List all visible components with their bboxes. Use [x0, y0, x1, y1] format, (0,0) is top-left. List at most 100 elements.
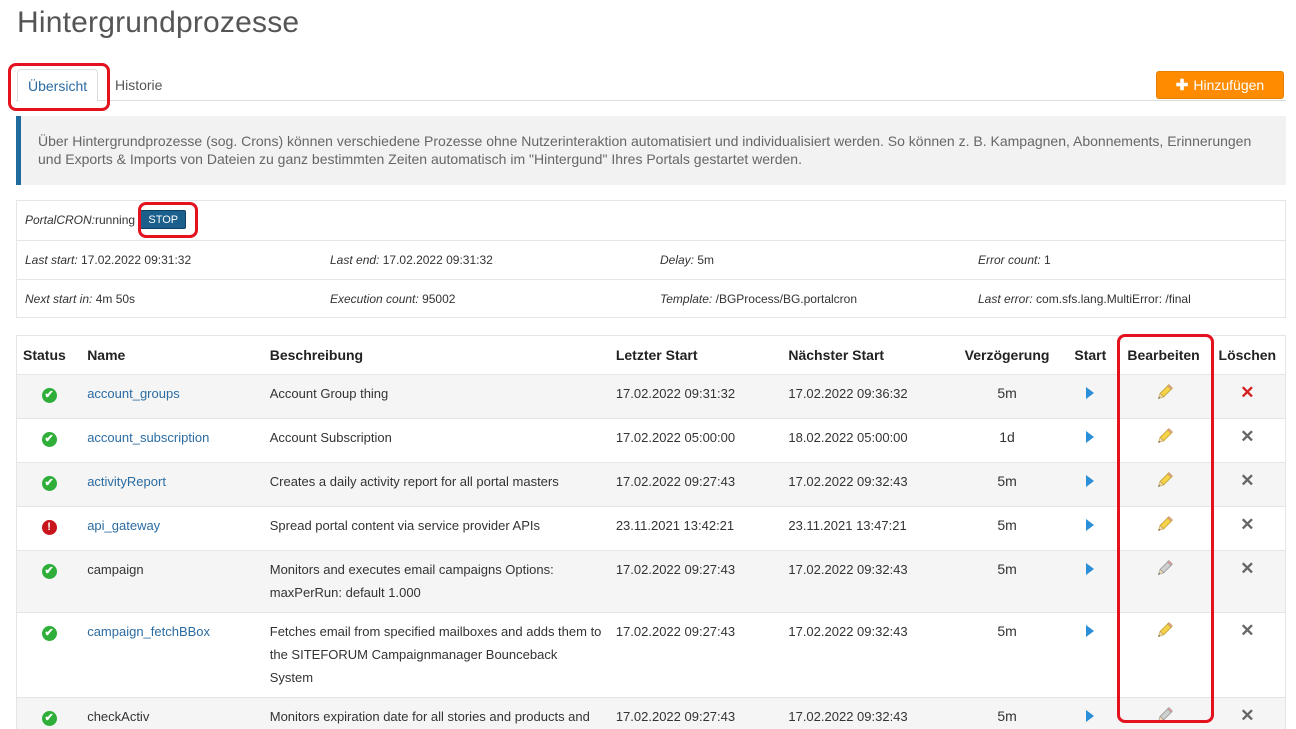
- status-cell: ✔: [17, 696, 82, 729]
- delete-grey-icon[interactable]: ✕: [1240, 706, 1254, 726]
- tab-bar: Übersicht Historie: [16, 69, 1286, 102]
- next-start-label: Next start in:: [25, 292, 93, 306]
- table-row: ✔ account_groups Account Group thing 17.02.…: [17, 373, 1285, 418]
- play-icon[interactable]: [1086, 562, 1095, 575]
- play-icon[interactable]: [1086, 624, 1095, 637]
- pencil-yellow-icon[interactable]: [1154, 471, 1174, 491]
- plus-icon: ✚: [1175, 77, 1189, 94]
- name-cell: api_gateway: [81, 505, 264, 550]
- start-cell: [1063, 696, 1118, 729]
- delete-cell: ✕: [1209, 461, 1285, 506]
- delete-cell: ✕: [1209, 505, 1285, 550]
- play-icon[interactable]: [1086, 474, 1095, 487]
- pencil-grey-icon[interactable]: [1154, 706, 1174, 726]
- delete-cell: ✕: [1209, 696, 1285, 729]
- tab-history[interactable]: Historie: [105, 69, 172, 101]
- add-button[interactable]: ✚ Hinzufügen: [1156, 71, 1284, 99]
- table-row: ✔ activityReport Creates a daily activity …: [17, 461, 1285, 506]
- header-delay: Verzögerung: [964, 346, 1050, 363]
- table-row: ✔ checkActiv Monitors expiration date for …: [17, 696, 1285, 729]
- name-cell: account_groups: [81, 373, 264, 418]
- cron-status-row: PortalCRON:running STOP: [17, 201, 1285, 241]
- table-header-row: Status Name Beschreibung Letzter Start N…: [17, 336, 1285, 374]
- header-delete: Löschen: [1218, 346, 1277, 363]
- next-start-cell: 17.02.2022 09:32:43: [782, 611, 951, 697]
- delete-grey-icon[interactable]: ✕: [1240, 621, 1254, 641]
- execution-count-value: 95002: [422, 292, 456, 306]
- delete-cell: ✕: [1209, 549, 1285, 612]
- description-cell: Monitors and executes email campaigns Op…: [263, 549, 610, 612]
- status-cell: ✔: [17, 611, 82, 697]
- description-cell: Account Group thing: [263, 373, 610, 418]
- process-name[interactable]: activityReport: [87, 474, 166, 489]
- delete-grey-icon[interactable]: ✕: [1240, 427, 1254, 447]
- header-status: Status: [23, 346, 66, 363]
- pencil-yellow-icon[interactable]: [1154, 427, 1174, 447]
- pencil-grey-icon[interactable]: [1154, 559, 1174, 579]
- delay-label: Delay:: [660, 253, 695, 267]
- edit-cell: [1117, 696, 1210, 729]
- tab-overview[interactable]: Übersicht: [17, 69, 99, 102]
- play-icon[interactable]: [1086, 430, 1095, 443]
- status-ok-icon: ✔: [41, 475, 57, 491]
- next-start-cell: 17.02.2022 09:32:43: [782, 696, 951, 729]
- start-cell: [1063, 417, 1118, 462]
- play-icon[interactable]: [1086, 386, 1095, 399]
- delete-cell: ✕: [1209, 417, 1285, 462]
- next-start-cell: 17.02.2022 09:32:43: [782, 461, 951, 506]
- template-value: /BGProcess/BG.portalcron: [715, 292, 857, 306]
- edit-cell: [1117, 505, 1210, 550]
- process-name[interactable]: api_gateway: [87, 518, 160, 533]
- status-cell: ✔: [17, 417, 82, 462]
- name-cell: account_subscription: [81, 417, 264, 462]
- status-ok-icon: ✔: [41, 387, 57, 403]
- table-row: ✔ account_subscription Account Subscriptio…: [17, 417, 1285, 462]
- delete-cell: ✕: [1209, 611, 1285, 697]
- last-start-cell: 17.02.2022 09:27:43: [609, 461, 783, 506]
- start-cell: [1063, 373, 1118, 418]
- execution-count-label: Execution count:: [330, 292, 419, 306]
- status-error-icon: !: [41, 519, 57, 535]
- last-end-label: Last end:: [330, 253, 380, 267]
- header-name: Name: [87, 346, 126, 363]
- delete-grey-icon[interactable]: ✕: [1240, 559, 1254, 579]
- error-count-label: Error count:: [978, 253, 1041, 267]
- description-cell: Account Subscription: [263, 417, 610, 462]
- pencil-yellow-icon[interactable]: [1154, 515, 1174, 535]
- info-box: Über Hintergrundprozesse (sog. Crons) kö…: [16, 116, 1286, 185]
- process-name[interactable]: account_groups: [87, 386, 180, 401]
- last-error-label: Last error:: [978, 292, 1033, 306]
- status-cell: ✔: [17, 461, 82, 506]
- last-error-value: com.sfs.lang.MultiError: /final: [1036, 292, 1191, 306]
- table-row: ✔ campaign Monitors and executes email cam…: [17, 549, 1285, 612]
- start-cell: [1063, 611, 1118, 697]
- delete-grey-icon[interactable]: ✕: [1240, 471, 1254, 491]
- status-cell: ✔: [17, 373, 82, 418]
- delay-cell: 5m: [950, 505, 1064, 550]
- name-cell: campaign: [81, 549, 264, 612]
- header-last-start: Letzter Start: [615, 346, 698, 363]
- process-name[interactable]: account_subscription: [87, 430, 209, 445]
- process-name: checkActiv: [87, 708, 150, 724]
- name-cell: activityReport: [81, 461, 264, 506]
- play-icon[interactable]: [1086, 709, 1095, 722]
- edit-cell: [1117, 373, 1210, 418]
- table-row: ✔ campaign_fetchBBox Fetches email from sp…: [17, 611, 1285, 697]
- pencil-yellow-icon[interactable]: [1154, 383, 1174, 403]
- process-name[interactable]: campaign_fetchBBox: [87, 624, 210, 639]
- header-description: Beschreibung: [269, 346, 364, 363]
- start-cell: [1063, 461, 1118, 506]
- next-start-cell: 17.02.2022 09:32:43: [782, 549, 951, 612]
- last-start-cell: 17.02.2022 09:31:32: [609, 373, 783, 418]
- edit-cell: [1117, 461, 1210, 506]
- name-cell: campaign_fetchBBox: [81, 611, 264, 697]
- cron-info-row-2: Next start in: 4m 50s Execution count: 9…: [17, 280, 1285, 318]
- delete-red-icon[interactable]: ✕: [1240, 383, 1254, 403]
- last-start-cell: 23.11.2021 13:42:21: [609, 505, 783, 550]
- edit-cell: [1117, 549, 1210, 612]
- stop-button[interactable]: STOP: [140, 210, 187, 230]
- info-text: Über Hintergrundprozesse (sog. Crons) kö…: [38, 133, 1252, 167]
- play-icon[interactable]: [1086, 518, 1095, 531]
- pencil-yellow-icon[interactable]: [1154, 621, 1174, 641]
- delete-grey-icon[interactable]: ✕: [1240, 515, 1254, 535]
